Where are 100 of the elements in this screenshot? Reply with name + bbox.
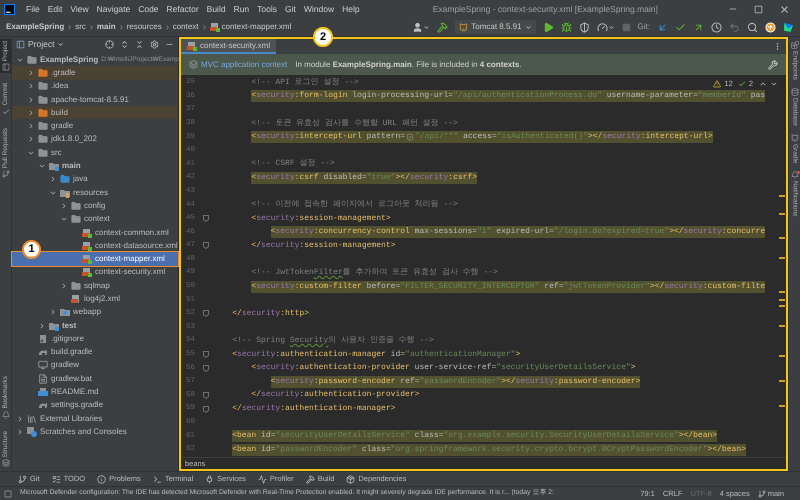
tree-item[interactable]: context-common.xml xyxy=(71,226,169,240)
account-button[interactable] xyxy=(412,22,430,32)
tree-item[interactable]: gradlew.bat xyxy=(27,372,92,386)
breadcrumb-item[interactable]: resources xyxy=(126,21,162,33)
tree-item[interactable]: webapp xyxy=(49,306,102,319)
tree-item[interactable]: context xyxy=(60,212,110,226)
chevron-right-icon[interactable] xyxy=(60,282,68,290)
tree-item[interactable]: context-security.xml xyxy=(71,266,166,280)
chevron-right-icon[interactable] xyxy=(27,96,35,104)
menu-item[interactable]: View xyxy=(67,2,92,16)
chevron-right-icon[interactable] xyxy=(27,122,35,130)
expand-all-icon[interactable] xyxy=(120,40,129,49)
tree-item[interactable]: jdk1.8.0_202 xyxy=(27,132,97,146)
tree-item[interactable]: test xyxy=(38,318,76,332)
fold-marker-icon[interactable] xyxy=(203,310,209,318)
breadcrumb-item[interactable]: context xyxy=(172,21,199,33)
menu-item[interactable]: Run xyxy=(230,2,252,16)
tree-item[interactable]: resources xyxy=(49,186,108,200)
project-view-dropdown[interactable]: Project xyxy=(16,38,64,51)
bug-icon[interactable] xyxy=(560,22,572,32)
menu-item[interactable]: Navigate xyxy=(94,2,134,16)
fold-marker-icon[interactable] xyxy=(203,392,209,399)
tree-item[interactable]: context-datasource.xml xyxy=(71,239,178,252)
tree-item[interactable]: apache-tomcat-8.5.91 xyxy=(27,92,129,106)
tree-item-label: log4j2.xml xyxy=(84,292,120,305)
chevron-right-icon[interactable] xyxy=(16,428,24,436)
scratches-icon xyxy=(27,426,37,437)
panel-toggle-icon[interactable] xyxy=(4,490,12,498)
wrench-icon[interactable] xyxy=(768,60,778,70)
breadcrumb-item[interactable]: context-mapper.xml xyxy=(222,21,292,33)
close-icon[interactable] xyxy=(779,4,790,14)
menu-item[interactable]: Help xyxy=(339,2,363,16)
breadcrumb-item[interactable]: src xyxy=(75,21,86,33)
chevron-right-icon[interactable] xyxy=(27,108,35,117)
tree-item[interactable]: java xyxy=(49,172,88,186)
menu-item[interactable]: Refactor xyxy=(164,2,202,16)
editor-tab[interactable]: context-security.xml xyxy=(181,39,276,54)
chevron-right-icon[interactable] xyxy=(16,414,24,423)
collapse-all-icon[interactable] xyxy=(135,40,144,49)
menu-item[interactable]: Window xyxy=(300,2,338,16)
web-folder-icon xyxy=(60,307,70,318)
run-config-dropdown[interactable]: Tomcat 8.5.91 xyxy=(455,20,536,34)
shield-icon[interactable] xyxy=(578,22,590,32)
tree-item[interactable]: settings.gradle xyxy=(27,398,104,412)
menu-item[interactable]: File xyxy=(23,2,43,16)
check-icon[interactable] xyxy=(738,80,746,88)
search-icon[interactable] xyxy=(747,22,758,32)
chevron-right-icon[interactable] xyxy=(27,135,35,144)
menu-item[interactable]: Edit xyxy=(44,2,66,16)
chevron-right-icon[interactable] xyxy=(38,322,46,330)
menu-item[interactable]: Git xyxy=(282,2,299,16)
fold-marker-icon[interactable] xyxy=(203,406,209,413)
chevron-right-icon[interactable] xyxy=(49,308,57,316)
hammer-icon[interactable] xyxy=(437,22,448,32)
breadcrumb-item[interactable]: main xyxy=(96,21,116,33)
fold-marker-icon[interactable] xyxy=(203,215,209,222)
tree-item[interactable]: log4j2.xml xyxy=(60,292,120,306)
tree-item[interactable]: build.gradle xyxy=(27,346,92,359)
chevron-right-icon[interactable] xyxy=(60,202,68,210)
chevron-right-icon[interactable] xyxy=(49,175,57,184)
chevron-right-icon[interactable] xyxy=(27,68,35,77)
tree-item[interactable]: .idea xyxy=(27,80,68,93)
update-icon[interactable] xyxy=(765,22,776,32)
clock-icon[interactable] xyxy=(711,22,722,32)
tree-item[interactable]: .gitignore xyxy=(27,332,84,346)
arrow-down-left-icon[interactable] xyxy=(657,22,668,32)
callout-marker: 2 xyxy=(313,27,333,47)
tree-item[interactable]: config xyxy=(60,199,106,213)
tree-item[interactable]: main xyxy=(38,159,81,173)
fold-marker-icon[interactable] xyxy=(203,364,209,372)
tree-item[interactable]: sqlmap xyxy=(60,279,110,292)
menu-item[interactable]: Code xyxy=(135,2,162,16)
tree-item[interactable]: src xyxy=(27,146,62,160)
tree-item[interactable]: External Libraries xyxy=(16,412,102,426)
profile-button[interactable] xyxy=(596,22,615,32)
tree-item-label: main xyxy=(62,160,81,172)
chevron-right-icon[interactable] xyxy=(27,82,35,90)
settings-icon[interactable] xyxy=(150,40,159,49)
context-link[interactable]: MVC application context xyxy=(189,58,288,70)
tree-item[interactable]: gradlew xyxy=(27,358,80,372)
tree-item[interactable]: gradle xyxy=(27,119,74,133)
cat-icon xyxy=(459,22,468,32)
app-logo-icon[interactable] xyxy=(783,22,794,32)
arrow-up-right-icon[interactable] xyxy=(693,22,704,32)
tool-window-icon xyxy=(2,170,10,178)
maximize-icon[interactable] xyxy=(754,4,763,14)
fold-marker-icon[interactable] xyxy=(203,351,209,358)
breadcrumb-item[interactable]: ExampleSpring xyxy=(6,21,64,33)
fold-marker-icon[interactable] xyxy=(203,242,209,250)
run-icon[interactable] xyxy=(542,22,554,32)
menu-item[interactable]: Tools xyxy=(254,2,280,16)
folder-icon xyxy=(38,94,48,105)
menu-item[interactable]: Build xyxy=(204,2,229,16)
tree-item[interactable]: Scratches and Consoles xyxy=(16,425,127,439)
warning-icon[interactable] xyxy=(713,80,722,88)
gauge-icon xyxy=(596,22,608,32)
check-icon[interactable] xyxy=(675,22,686,32)
locate-icon[interactable] xyxy=(105,40,114,49)
folder-icon xyxy=(27,54,37,65)
tree-item[interactable]: README.md xyxy=(27,385,99,399)
